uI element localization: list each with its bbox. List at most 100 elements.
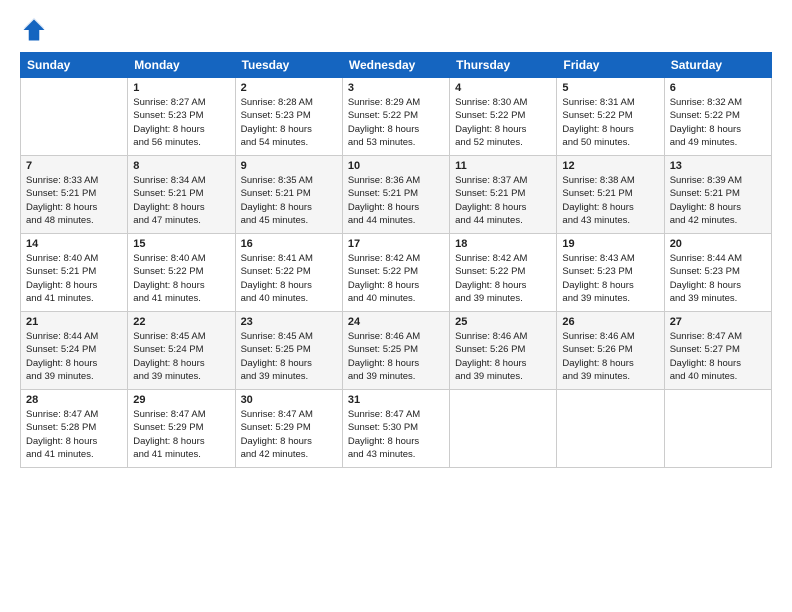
day-info-line: Daylight: 8 hours bbox=[241, 279, 337, 292]
day-info-line: Sunrise: 8:34 AM bbox=[133, 174, 229, 187]
day-info-line: Sunset: 5:28 PM bbox=[26, 421, 122, 434]
day-info-line: Sunset: 5:23 PM bbox=[670, 265, 766, 278]
day-cell: 8Sunrise: 8:34 AMSunset: 5:21 PMDaylight… bbox=[128, 156, 235, 234]
header-saturday: Saturday bbox=[664, 53, 771, 78]
day-info-line: Sunrise: 8:46 AM bbox=[455, 330, 551, 343]
header-wednesday: Wednesday bbox=[342, 53, 449, 78]
day-info-line: Sunrise: 8:35 AM bbox=[241, 174, 337, 187]
day-info-line: Sunrise: 8:42 AM bbox=[455, 252, 551, 265]
day-info: Sunrise: 8:30 AMSunset: 5:22 PMDaylight:… bbox=[455, 96, 551, 149]
day-info: Sunrise: 8:47 AMSunset: 5:27 PMDaylight:… bbox=[670, 330, 766, 383]
day-info-line: Sunrise: 8:47 AM bbox=[670, 330, 766, 343]
day-info: Sunrise: 8:46 AMSunset: 5:26 PMDaylight:… bbox=[455, 330, 551, 383]
week-row-1: 7Sunrise: 8:33 AMSunset: 5:21 PMDaylight… bbox=[21, 156, 772, 234]
day-info-line: Sunset: 5:22 PM bbox=[455, 265, 551, 278]
day-info-line: Daylight: 8 hours bbox=[348, 123, 444, 136]
day-info: Sunrise: 8:37 AMSunset: 5:21 PMDaylight:… bbox=[455, 174, 551, 227]
day-number: 19 bbox=[562, 238, 658, 250]
day-info-line: Sunset: 5:21 PM bbox=[562, 187, 658, 200]
day-info-line: Sunrise: 8:40 AM bbox=[26, 252, 122, 265]
day-info-line: Sunrise: 8:32 AM bbox=[670, 96, 766, 109]
day-info-line: and 45 minutes. bbox=[241, 214, 337, 227]
day-info-line: Daylight: 8 hours bbox=[133, 123, 229, 136]
day-cell: 17Sunrise: 8:42 AMSunset: 5:22 PMDayligh… bbox=[342, 234, 449, 312]
day-info-line: Sunset: 5:29 PM bbox=[241, 421, 337, 434]
day-info-line: Sunrise: 8:47 AM bbox=[26, 408, 122, 421]
week-row-3: 21Sunrise: 8:44 AMSunset: 5:24 PMDayligh… bbox=[21, 312, 772, 390]
day-number: 15 bbox=[133, 238, 229, 250]
day-cell: 1Sunrise: 8:27 AMSunset: 5:23 PMDaylight… bbox=[128, 78, 235, 156]
day-info-line: Sunrise: 8:30 AM bbox=[455, 96, 551, 109]
header-row bbox=[20, 16, 772, 44]
day-info-line: Daylight: 8 hours bbox=[348, 357, 444, 370]
day-info: Sunrise: 8:46 AMSunset: 5:25 PMDaylight:… bbox=[348, 330, 444, 383]
day-number: 6 bbox=[670, 82, 766, 94]
day-number: 16 bbox=[241, 238, 337, 250]
day-info-line: Sunrise: 8:28 AM bbox=[241, 96, 337, 109]
day-number: 31 bbox=[348, 394, 444, 406]
day-cell: 14 Sunrise: 8:40 AMSunset: 5:21 PMDayligh… bbox=[21, 234, 128, 312]
day-info-line: Daylight: 8 hours bbox=[562, 123, 658, 136]
day-info-line: Daylight: 8 hours bbox=[562, 357, 658, 370]
day-number: 10 bbox=[348, 160, 444, 172]
day-info-line: Sunset: 5:25 PM bbox=[241, 343, 337, 356]
day-cell: 25Sunrise: 8:46 AMSunset: 5:26 PMDayligh… bbox=[450, 312, 557, 390]
day-info-line: and 39 minutes. bbox=[562, 292, 658, 305]
day-number: 29 bbox=[133, 394, 229, 406]
day-cell: 24Sunrise: 8:46 AMSunset: 5:25 PMDayligh… bbox=[342, 312, 449, 390]
day-info: Sunrise: 8:45 AMSunset: 5:24 PMDaylight:… bbox=[133, 330, 229, 383]
day-info-line: and 40 minutes. bbox=[241, 292, 337, 305]
day-cell: 18Sunrise: 8:42 AMSunset: 5:22 PMDayligh… bbox=[450, 234, 557, 312]
day-info-line: Sunrise: 8:41 AM bbox=[241, 252, 337, 265]
day-number: 20 bbox=[670, 238, 766, 250]
day-info-line: and 39 minutes. bbox=[348, 370, 444, 383]
day-number: 3 bbox=[348, 82, 444, 94]
day-info-line: and 39 minutes. bbox=[455, 370, 551, 383]
day-info-line: Sunrise: 8:38 AM bbox=[562, 174, 658, 187]
day-info: Sunrise: 8:42 AMSunset: 5:22 PMDaylight:… bbox=[348, 252, 444, 305]
day-info-line: and 41 minutes. bbox=[133, 292, 229, 305]
day-info-line: Daylight: 8 hours bbox=[133, 279, 229, 292]
week-row-4: 28Sunrise: 8:47 AMSunset: 5:28 PMDayligh… bbox=[21, 390, 772, 468]
day-cell: 29Sunrise: 8:47 AMSunset: 5:29 PMDayligh… bbox=[128, 390, 235, 468]
day-number: 2 bbox=[241, 82, 337, 94]
day-info-line: Sunset: 5:30 PM bbox=[348, 421, 444, 434]
day-info: Sunrise: 8:38 AMSunset: 5:21 PMDaylight:… bbox=[562, 174, 658, 227]
day-number: 14 bbox=[26, 238, 122, 250]
day-info: Sunrise: 8:45 AMSunset: 5:25 PMDaylight:… bbox=[241, 330, 337, 383]
day-info: Sunrise: 8:31 AMSunset: 5:22 PMDaylight:… bbox=[562, 96, 658, 149]
day-info-line: and 39 minutes. bbox=[455, 292, 551, 305]
day-info-line: Sunset: 5:21 PM bbox=[133, 187, 229, 200]
day-info-line: Sunset: 5:23 PM bbox=[133, 109, 229, 122]
day-info-line: and 54 minutes. bbox=[241, 136, 337, 149]
day-info-line: Sunrise: 8:44 AM bbox=[670, 252, 766, 265]
calendar-table: SundayMondayTuesdayWednesdayThursdayFrid… bbox=[20, 52, 772, 468]
day-cell: 2Sunrise: 8:28 AMSunset: 5:23 PMDaylight… bbox=[235, 78, 342, 156]
day-number: 18 bbox=[455, 238, 551, 250]
day-number: 30 bbox=[241, 394, 337, 406]
day-info-line: Daylight: 8 hours bbox=[670, 279, 766, 292]
day-info-line: and 50 minutes. bbox=[562, 136, 658, 149]
day-info-line: Daylight: 8 hours bbox=[241, 357, 337, 370]
day-info: Sunrise: 8:41 AMSunset: 5:22 PMDaylight:… bbox=[241, 252, 337, 305]
day-info-line: Daylight: 8 hours bbox=[26, 279, 122, 292]
day-info: Sunrise: 8:40 AMSunset: 5:22 PMDaylight:… bbox=[133, 252, 229, 305]
day-info-line: Daylight: 8 hours bbox=[133, 435, 229, 448]
day-number: 9 bbox=[241, 160, 337, 172]
day-info-line: Daylight: 8 hours bbox=[26, 201, 122, 214]
day-info-line: and 40 minutes. bbox=[670, 370, 766, 383]
day-info-line: Sunset: 5:26 PM bbox=[562, 343, 658, 356]
day-info-line: Daylight: 8 hours bbox=[26, 435, 122, 448]
day-number: 4 bbox=[455, 82, 551, 94]
day-info-line: Sunset: 5:21 PM bbox=[26, 265, 122, 278]
day-info-line: and 42 minutes. bbox=[670, 214, 766, 227]
day-cell: 9Sunrise: 8:35 AMSunset: 5:21 PMDaylight… bbox=[235, 156, 342, 234]
day-info-line: Daylight: 8 hours bbox=[348, 435, 444, 448]
day-number: 27 bbox=[670, 316, 766, 328]
day-cell: 4 Sunrise: 8:30 AMSunset: 5:22 PMDaylight… bbox=[450, 78, 557, 156]
day-info-line: Daylight: 8 hours bbox=[348, 279, 444, 292]
day-info-line: Sunset: 5:24 PM bbox=[133, 343, 229, 356]
day-info-line: Daylight: 8 hours bbox=[455, 357, 551, 370]
header-tuesday: Tuesday bbox=[235, 53, 342, 78]
day-info-line: and 41 minutes. bbox=[26, 448, 122, 461]
